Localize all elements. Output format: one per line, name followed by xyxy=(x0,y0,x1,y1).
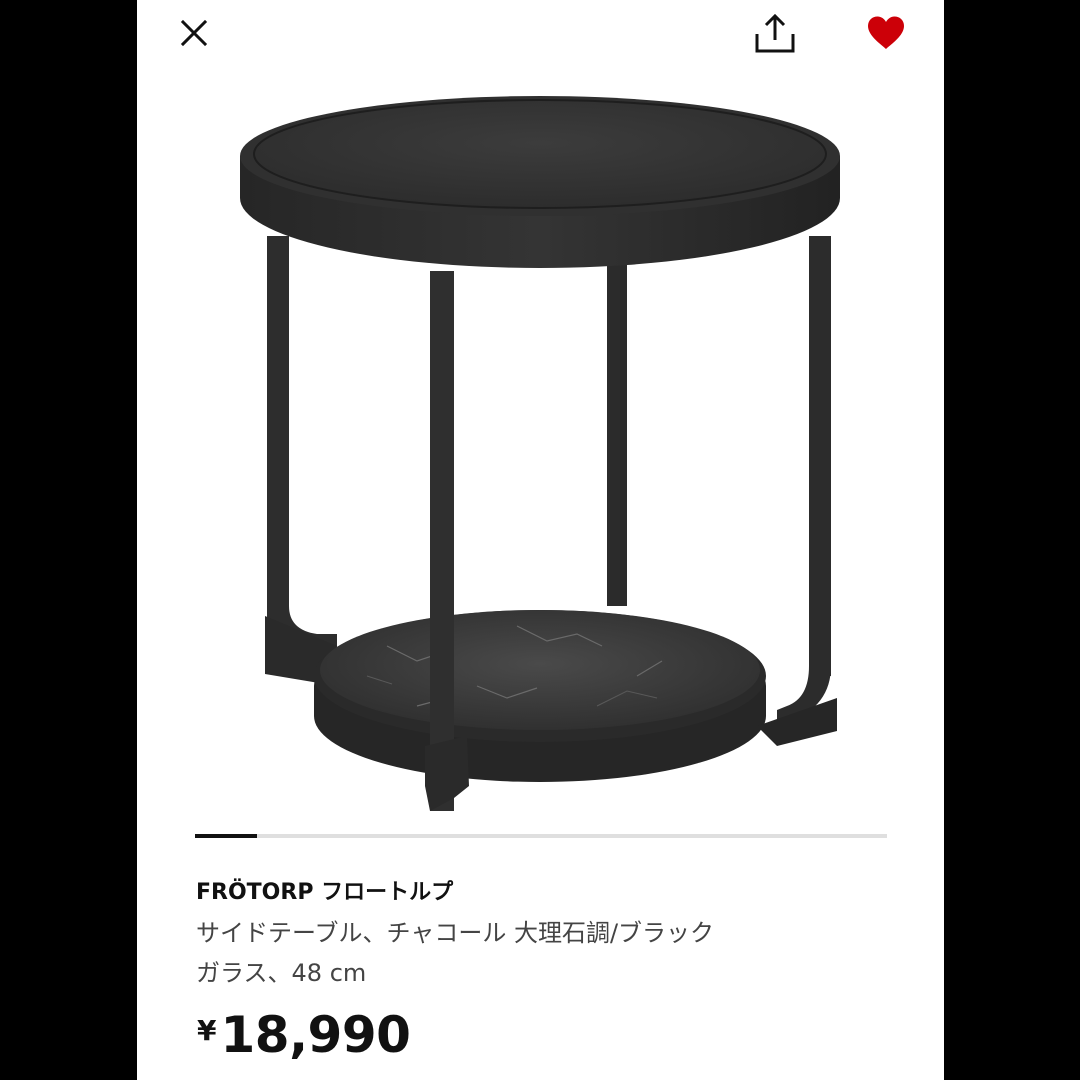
product-description-line2: ガラス、48 cm xyxy=(196,959,367,987)
favorite-button[interactable] xyxy=(863,12,909,54)
side-table-illustration xyxy=(240,96,840,811)
carousel-progress-indicator xyxy=(195,834,257,838)
price-amount: 18,990 xyxy=(220,1006,411,1064)
product-image[interactable] xyxy=(217,86,857,826)
product-name: FRÖTORP フロートルプ xyxy=(196,880,454,905)
heart-filled-icon xyxy=(868,16,904,49)
close-icon xyxy=(180,19,208,47)
share-icon xyxy=(755,14,795,53)
image-carousel-progress xyxy=(195,834,887,838)
price-currency: ¥ xyxy=(197,1014,217,1047)
product-detail-screen: FRÖTORP フロートルプ サイドテーブル、チャコール 大理石調/ブラック ガ… xyxy=(137,0,944,1080)
share-button[interactable] xyxy=(751,10,799,58)
product-price: ¥ 18,990 xyxy=(197,1006,411,1064)
close-button[interactable] xyxy=(173,12,215,54)
product-description: サイドテーブル、チャコール 大理石調/ブラック ガラス、48 cm xyxy=(196,913,836,993)
product-description-line1: サイドテーブル、チャコール 大理石調/ブラック xyxy=(196,919,715,947)
